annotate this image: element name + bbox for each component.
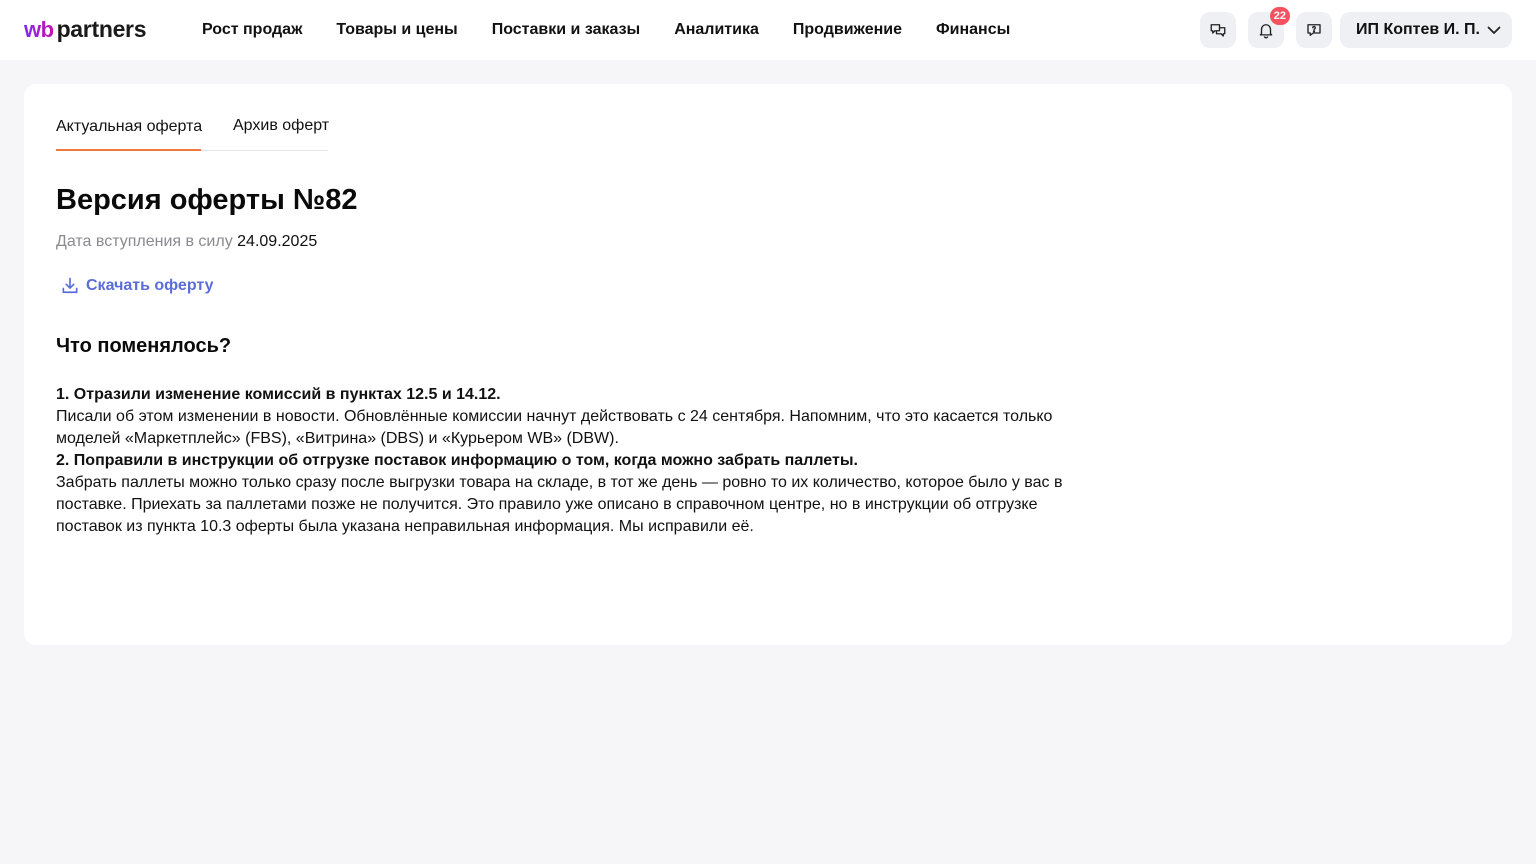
logo-partners-text: partners — [56, 16, 147, 42]
chat-button[interactable] — [1200, 12, 1236, 48]
download-offer-link[interactable]: Скачать оферту — [60, 275, 214, 297]
wb-partners-logo[interactable]: wb partners — [24, 16, 147, 44]
chat-icon — [1210, 24, 1226, 37]
changes-list: 1. Отразили изменение комиссий в пунктах… — [56, 384, 1066, 538]
tab-offer-archive-label: Архив оферт — [233, 117, 330, 134]
nav-item-sales-growth[interactable]: Рост продаж — [202, 21, 302, 39]
download-offer-label: Скачать оферту — [86, 277, 214, 294]
main-nav: Рост продаж Товары и цены Поставки и зак… — [202, 0, 1044, 60]
active-tab-indicator — [56, 149, 201, 151]
account-menu[interactable]: ИП Коптев И. П. — [1340, 12, 1512, 48]
feedback-icon — [1307, 24, 1321, 36]
logo-wb-text: wb — [24, 17, 54, 42]
chevron-down-icon — [1487, 26, 1501, 34]
top-bar: wb partners Рост продаж Товары и цены По… — [0, 0, 1536, 60]
effective-date-label: Дата вступления в силу — [56, 233, 233, 250]
notifications-button[interactable]: 22 — [1248, 7, 1290, 48]
change-item-title: 1. Отразили изменение комиссий в пунктах… — [56, 386, 501, 403]
feedback-button[interactable] — [1296, 12, 1332, 48]
effective-date: Дата вступления в силу 24.09.2025 — [56, 233, 317, 251]
change-item-title: 2. Поправили в инструкции об отгрузке по… — [56, 452, 858, 469]
tab-current-offer-label: Актуальная оферта — [56, 118, 203, 135]
bell-icon — [1259, 24, 1273, 39]
download-icon — [62, 277, 78, 294]
effective-date-value: 24.09.2025 — [237, 233, 318, 250]
nav-item-supplies-orders[interactable]: Поставки и заказы — [492, 21, 640, 39]
nav-item-finance[interactable]: Финансы — [936, 21, 1010, 39]
offer-tabs: Актуальная оферта Архив оферт — [56, 110, 329, 151]
account-name: ИП Коптев И. П. — [1356, 21, 1480, 38]
tab-current-offer[interactable]: Актуальная оферта — [56, 118, 202, 136]
changes-heading: Что поменялось? — [56, 335, 232, 357]
nav-item-products-prices[interactable]: Товары и цены — [336, 21, 457, 39]
nav-item-promotion[interactable]: Продвижение — [793, 21, 902, 39]
offer-card: Актуальная оферта Архив оферт Версия офе… — [24, 84, 1512, 645]
change-item-text: Писали об этом изменении в новости. Обно… — [56, 408, 1053, 447]
offer-version-title: Версия оферты №82 — [56, 184, 358, 216]
nav-item-analytics[interactable]: Аналитика — [674, 21, 759, 39]
change-item-text: Забрать паллеты можно только сразу после… — [56, 474, 1063, 535]
notifications-badge: 22 — [1269, 7, 1290, 25]
tab-offer-archive[interactable]: Архив оферт — [233, 117, 329, 135]
